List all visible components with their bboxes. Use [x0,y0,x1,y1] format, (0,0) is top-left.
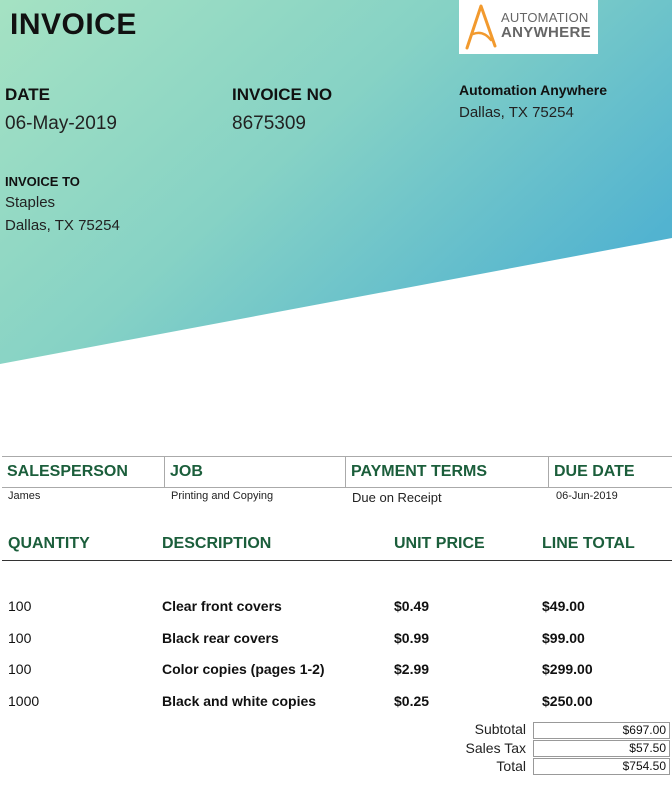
invoice-no-value: 8675309 [232,113,306,134]
company-address: Dallas, TX 75254 [459,104,574,121]
subtotal-label: Subtotal [474,721,526,737]
subtotal-value: $697.00 [533,722,670,739]
logo-a-icon [465,4,497,50]
item-total: $299.00 [542,661,593,677]
logo-line1: AUTOMATION [501,10,589,25]
due-date-header: DUE DATE [554,463,635,480]
item-total: $99.00 [542,630,585,646]
salesperson-header: SALESPERSON [7,463,128,480]
item-desc: Color copies (pages 1-2) [162,661,325,677]
invoice-to-address: Dallas, TX 75254 [5,217,120,234]
item-total: $49.00 [542,598,585,614]
payment-terms-value: Due on Receipt [352,490,442,505]
job-header: JOB [170,463,203,480]
sales-tax-label: Sales Tax [465,740,526,756]
item-price: $0.49 [394,598,430,614]
total-label: Total [496,758,526,774]
date-value: 06-May-2019 [5,113,117,134]
item-desc: Black rear covers [162,630,279,646]
items-divider [2,560,672,561]
item-price: $0.25 [394,693,430,709]
item-desc: Black and white copies [162,693,317,709]
logo-line2: ANYWHERE [501,24,591,41]
payment-terms-header: PAYMENT TERMS [351,463,488,480]
item-qty: 100 [8,598,32,614]
salesperson-value: James [8,490,41,502]
item-desc: Clear front covers [162,598,282,614]
line-total-header: LINE TOTAL [542,535,635,552]
item-qty: 100 [8,630,32,646]
sales-tax-value: $57.50 [533,740,670,757]
item-price: $2.99 [394,661,430,677]
invoice-to-label: INVOICE TO [5,174,80,189]
item-total: $250.00 [542,693,593,709]
invoice-title: INVOICE [10,8,137,41]
unit-price-header: UNIT PRICE [394,535,485,552]
company-name: Automation Anywhere [459,82,608,98]
item-price: $0.99 [394,630,430,646]
invoice-to-name: Staples [5,194,56,211]
item-qty: 1000 [8,693,40,709]
description-header: DESCRIPTION [162,535,272,552]
due-date-value: 06-Jun-2019 [556,490,618,502]
item-qty: 100 [8,661,32,677]
quantity-header: QUANTITY [8,535,90,552]
total-value: $754.50 [533,758,670,775]
info-table-header: SALESPERSON JOB PAYMENT TERMS DUE DATE [2,456,672,488]
date-label: DATE [5,85,51,104]
invoice-no-label: INVOICE NO [232,85,333,104]
company-logo: AUTOMATION ANYWHERE [459,0,598,54]
job-value: Printing and Copying [171,490,274,502]
